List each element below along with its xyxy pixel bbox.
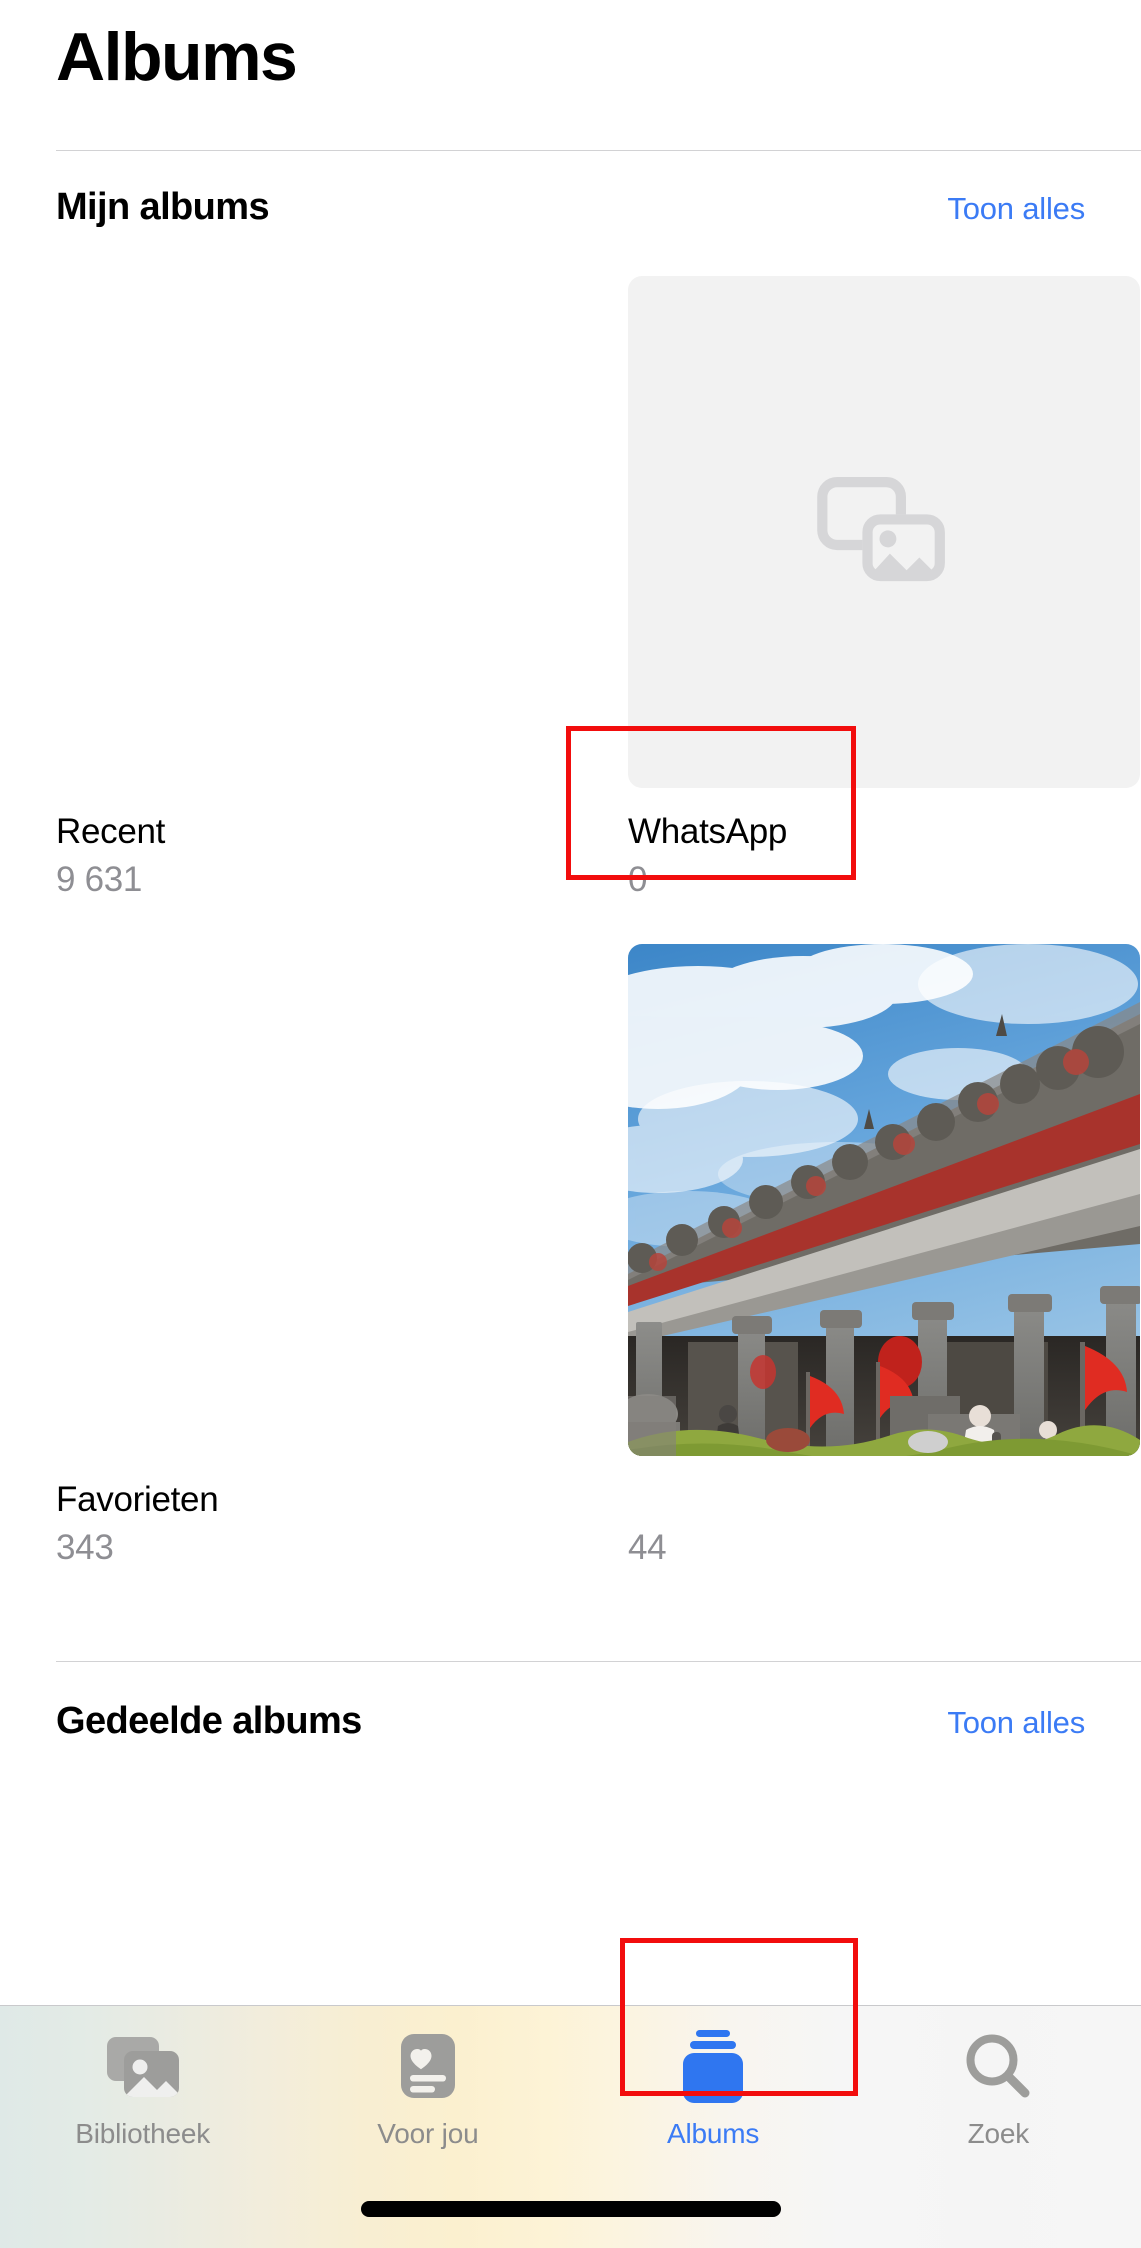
section-divider [56,1661,1141,1662]
tab-bar: Bibliotheek Voor jou Albums Zoek [0,2005,1141,2248]
photos-albums-screen: Albums Mijn albums Toon alles Recent 9 6… [0,0,1141,2248]
tab-albums[interactable]: Albums [571,2006,856,2181]
tab-label-bibliotheek: Bibliotheek [75,2118,211,2149]
tab-voor-jou[interactable]: Voor jou [285,2006,570,2181]
album-row: Favorieten 343 44 [56,943,1141,1570]
album-title-recent: Recent [56,812,166,851]
tab-zoek[interactable]: Zoek [856,2006,1141,2181]
tab-bibliotheek[interactable]: Bibliotheek [0,2006,285,2181]
album-cell-photo[interactable]: 44 [628,943,1140,1570]
for-you-card-heart-icon [395,2026,461,2108]
section-title-my-albums: Mijn albums [56,186,270,228]
temple-photo [628,943,1140,1456]
show-all-my-albums-link[interactable]: Toon alles [947,191,1085,227]
album-title-favorieten: Favorieten [56,1479,219,1519]
nav-divider [56,150,1141,151]
album-cell-favorieten[interactable]: Favorieten 343 [56,944,568,1570]
album-meta: WhatsApp 0 [628,788,1140,902]
album-count-favorieten: 343 [56,1527,114,1567]
album-thumbnail-favorieten [56,944,568,1456]
photo-stack-icon [817,477,945,582]
section-header-shared-albums: Gedeelde albums Toon alles [0,1700,1141,1743]
album-grid: Recent 9 631 WhatsApp 0 Favorieten 343 4… [56,276,1141,1570]
album-count-photo: 44 [628,1527,667,1567]
album-meta: Recent 9 631 [56,788,568,902]
album-thumbnail-whatsapp [628,276,1140,788]
album-cell-recent[interactable]: Recent 9 631 [56,276,568,902]
album-cell-whatsapp[interactable]: WhatsApp 0 [628,276,1140,902]
album-meta: 44 [628,1456,1140,1570]
tab-list: Bibliotheek Voor jou Albums Zoek [0,2006,1141,2181]
album-thumbnail-photo [628,943,1140,1456]
album-row: Recent 9 631 WhatsApp 0 [56,276,1141,902]
tab-label-albums: Albums [667,2118,760,2149]
show-all-shared-albums-link[interactable]: Toon alles [947,1705,1085,1741]
photo-stack-icon [104,2026,182,2108]
album-thumbnail-recent [56,276,568,788]
album-title-photo [628,1478,1140,1522]
home-indicator [360,2201,781,2217]
album-meta: Favorieten 343 [56,1456,568,1570]
section-title-shared-albums: Gedeelde albums [56,1700,362,1742]
tab-label-voor-jou: Voor jou [377,2118,479,2149]
tab-label-zoek: Zoek [967,2118,1030,2149]
section-header-my-albums: Mijn albums Toon alles [0,186,1141,229]
page-title: Albums [56,19,298,95]
album-count-recent: 9 631 [56,860,143,899]
album-title-whatsapp: WhatsApp [628,812,788,851]
album-count-whatsapp: 0 [628,860,648,899]
search-icon [961,2026,1035,2108]
albums-stack-icon [676,2026,750,2108]
